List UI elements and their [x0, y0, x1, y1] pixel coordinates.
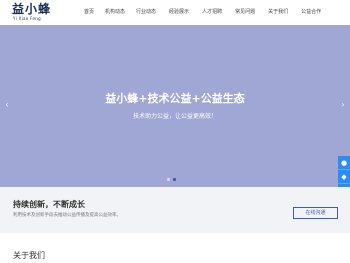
hero-subtitle: 技术助力公益，让公益更高效！	[132, 113, 217, 120]
promo-description: 利用技术及创新手段去推动公益传播及提高公益效率。	[13, 213, 121, 218]
site-header: 益小蜂 Yi Xiao Feng 首页 机构动态 行业动态 经验展示 人才招聘 …	[0, 0, 350, 25]
nav-item-experience[interactable]: 经验展示	[169, 0, 189, 25]
carousel-dots	[167, 178, 176, 181]
hero-title: 益小蜂+技术公益+公益生态	[105, 92, 245, 105]
online-chat-button[interactable]: 在线沟通	[293, 207, 338, 219]
carousel-dot[interactable]	[167, 178, 170, 181]
nav-item-faq[interactable]: 常见问题	[235, 0, 255, 25]
carousel-next-icon[interactable]: ›	[339, 100, 347, 110]
nav-item-recruitment[interactable]: 人才招聘	[202, 0, 222, 25]
nav-item-org-news[interactable]: 机构动态	[105, 0, 125, 25]
logo-english-text: Yi Xiao Feng	[13, 16, 41, 21]
main-nav: 首页 机构动态 行业动态 经验展示 人才招聘 常见问题 关于我们 公益合作	[84, 0, 321, 25]
promo-title: 持续创新，不断成长	[13, 200, 85, 209]
site-logo[interactable]: 益小蜂 Yi Xiao Feng	[12, 3, 52, 23]
about-section-title: 关于我们	[13, 251, 45, 260]
nav-item-home[interactable]: 首页	[84, 0, 94, 25]
nav-item-cooperation[interactable]: 公益合作	[301, 0, 321, 25]
nav-item-about[interactable]: 关于我们	[268, 0, 288, 25]
hero-banner: ‹ 益小蜂+技术公益+公益生态 技术助力公益，让公益更高效！ ›	[0, 25, 350, 187]
logo-chinese-text: 益小蜂	[12, 2, 52, 16]
promo-section: 持续创新，不断成长 利用技术及创新手段去推动公益传播及提高公益效率。 在线沟通	[0, 187, 350, 233]
chat-bubble-icon[interactable]: ●	[338, 156, 350, 170]
nav-item-industry-news[interactable]: 行业动态	[136, 0, 156, 25]
qq-icon[interactable]: ◆	[338, 170, 350, 184]
carousel-dot-active[interactable]	[173, 178, 176, 181]
